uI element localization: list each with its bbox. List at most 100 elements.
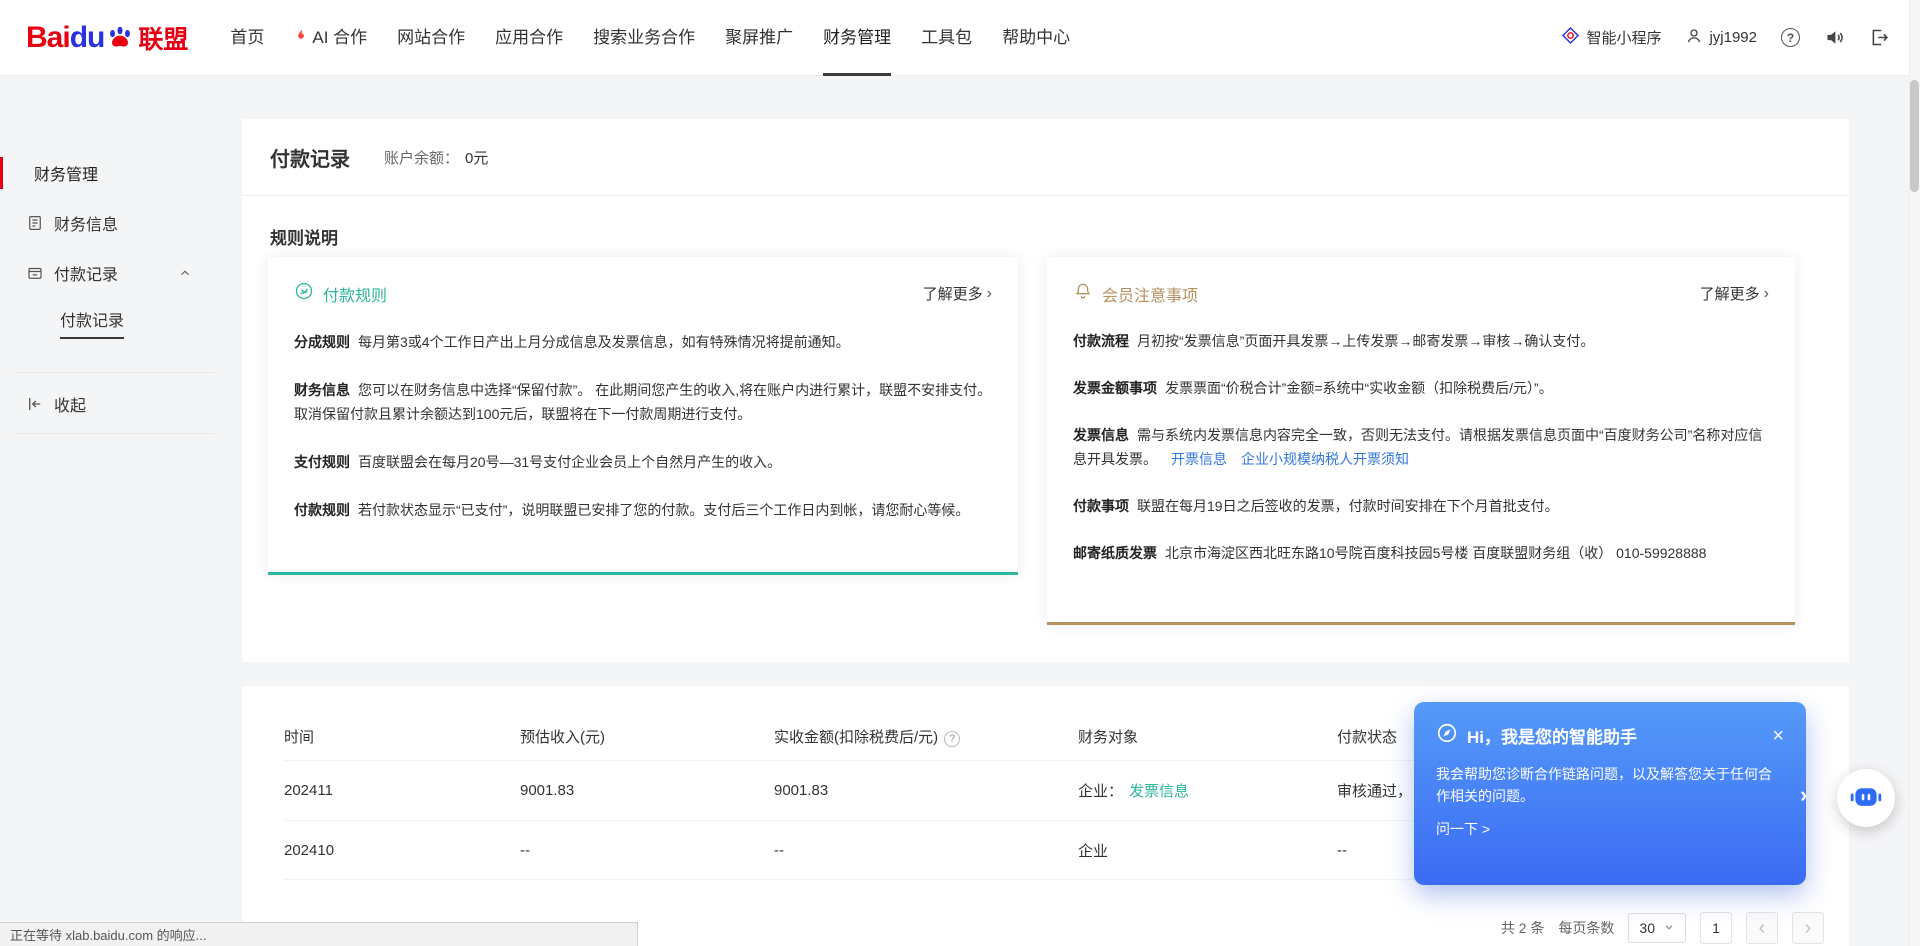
member-notes-header: 会员注意事项 了解更多 › <box>1073 281 1769 306</box>
payment-rules-more-link[interactable]: 了解更多 › <box>923 283 992 304</box>
logo-text-du: du <box>70 21 105 55</box>
assistant-popup: Hi，我是您的智能助手 × 我会帮助您诊断合作链路问题，以及解答您关于任何合作相… <box>1414 702 1806 885</box>
ask-button[interactable]: 问一下 > <box>1436 819 1490 839</box>
sidebar-subitem-payment-records[interactable]: 付款记录 <box>0 298 242 348</box>
baidu-union-logo[interactable]: Baidu 联盟 <box>26 20 188 56</box>
nav-label: 财务管理 <box>823 0 891 76</box>
top-navigation-bar: Baidu 联盟 首页 AI 合作 网站合作 应用合作 搜索业务合作 聚屏推广 … <box>0 0 1920 76</box>
nav-item-website-cooperation[interactable]: 网站合作 <box>397 0 465 76</box>
page-header: 付款记录 账户余额： 0元 <box>242 119 1849 196</box>
nav-label: 首页 <box>230 0 264 76</box>
nav-item-app-cooperation[interactable]: 应用合作 <box>495 0 563 76</box>
small-taxpayer-invoice-link[interactable]: 企业小规模纳税人开票须知 <box>1241 451 1409 467</box>
per-page-label: 每页条数 <box>1558 918 1614 938</box>
sidebar-item-finance-info[interactable]: 财务信息 <box>0 198 242 248</box>
current-page-number[interactable]: 1 <box>1700 912 1732 944</box>
rule-paragraph: 邮寄纸质发票北京市海淀区西北旺东路10号院百度科技园5号楼 百度联盟财务组（收）… <box>1073 541 1769 565</box>
payment-rules-title: 付款规则 <box>323 282 387 306</box>
nav-label: 网站合作 <box>397 0 465 76</box>
sidebar-collapse-button[interactable]: 收起 <box>0 379 242 429</box>
payment-rules-card: 付款规则 了解更多 › 分成规则每月第3或4个工作日产出上月分成信息及发票信息，… <box>268 257 1018 575</box>
cell-estimated: 9001.83 <box>520 782 774 799</box>
per-page-value: 30 <box>1639 920 1655 936</box>
user-account[interactable]: jyj1992 <box>1685 27 1757 49</box>
member-notes-card: 会员注意事项 了解更多 › 付款流程月初按“发票信息”页面开具发票→上传发票→邮… <box>1047 257 1795 625</box>
rule-paragraph: 发票信息需与系统内发票信息内容完全一致，否则无法支付。请根据发票信息页面中“百度… <box>1073 423 1769 471</box>
sidebar-title-finance-management[interactable]: 财务管理 <box>0 148 242 198</box>
member-notes-icon <box>1073 281 1093 306</box>
col-actual-amount: 实收金额(扣除税费后/元)? <box>774 726 1078 747</box>
document-icon <box>26 214 44 232</box>
sidebar: 财务管理 财务信息 付款记录 付款记录 收起 <box>0 76 242 440</box>
payment-rules-header: 付款规则 了解更多 › <box>294 281 992 306</box>
username-label: jyj1992 <box>1709 29 1757 46</box>
more-label: 了解更多 <box>1700 283 1760 304</box>
payment-rules-icon <box>294 281 314 306</box>
rule-paragraph: 财务信息您可以在财务信息中选择“保留付款”。 在此期间您产生的收入,将在账户内进… <box>294 378 992 426</box>
nav-item-finance-management[interactable]: 财务管理 <box>823 0 891 76</box>
assistant-header: Hi，我是您的智能助手 × <box>1436 722 1784 749</box>
cell-time: 202410 <box>284 842 520 859</box>
nav-item-help-center[interactable]: 帮助中心 <box>1002 0 1070 76</box>
sidebar-item-label: 付款记录 <box>54 261 118 285</box>
topnav-right-area: 智能小程序 jyj1992 ? <box>1561 26 1890 49</box>
chevron-up-icon <box>178 266 192 280</box>
invoice-info-table-link[interactable]: 发票信息 <box>1129 783 1189 800</box>
nav-item-screen-promotion[interactable]: 聚屏推广 <box>725 0 793 76</box>
sidebar-title-label: 财务管理 <box>34 161 98 185</box>
logo-text-bai: Bai <box>26 21 70 55</box>
nav-item-ai-cooperation[interactable]: AI 合作 <box>294 0 367 76</box>
sidebar-divider <box>14 433 214 434</box>
per-page-select[interactable]: 30 <box>1628 913 1686 943</box>
help-icon[interactable]: ? <box>1781 28 1800 47</box>
rules-section-title: 规则说明 <box>270 224 1849 249</box>
speaker-icon[interactable] <box>1824 27 1845 48</box>
chevron-down-icon <box>1663 920 1675 936</box>
paw-icon <box>106 24 134 52</box>
cell-time: 202411 <box>284 782 520 799</box>
balance-label: 账户余额： <box>384 147 459 168</box>
main-content-card: 付款记录 账户余额： 0元 规则说明 付款规则 了解更多 › 分成规则每月第3或… <box>242 119 1849 662</box>
logout-icon[interactable] <box>1869 27 1890 48</box>
pagination: 共 2 条 每页条数 30 1 ‹ › <box>1501 912 1824 944</box>
cell-entity: 企业 <box>1078 840 1337 861</box>
miniprogram-icon <box>1561 26 1580 49</box>
assistant-launcher-button[interactable] <box>1837 769 1895 827</box>
cell-estimated: -- <box>520 842 774 859</box>
nav-item-home[interactable]: 首页 <box>230 0 264 76</box>
nav-label: 工具包 <box>921 0 972 76</box>
rule-paragraph: 付款流程月初按“发票信息”页面开具发票→上传发票→邮寄发票→审核→确认支付。 <box>1073 329 1769 353</box>
cell-entity: 企业：发票信息 <box>1078 780 1337 801</box>
member-notes-more-link[interactable]: 了解更多 › <box>1700 283 1769 304</box>
nav-item-toolkit[interactable]: 工具包 <box>921 0 972 76</box>
nav-label: AI 合作 <box>312 0 367 76</box>
smart-miniprogram-link[interactable]: 智能小程序 <box>1561 26 1661 49</box>
nav-item-search-business[interactable]: 搜索业务合作 <box>593 0 695 76</box>
sidebar-subitem-label: 付款记录 <box>60 307 124 339</box>
member-notes-title: 会员注意事项 <box>1102 282 1198 306</box>
prev-page-button[interactable]: ‹ <box>1746 912 1778 944</box>
next-page-button[interactable]: › <box>1792 912 1824 944</box>
invoice-info-link[interactable]: 开票信息 <box>1171 451 1227 467</box>
assistant-message: 我会帮助您诊断合作链路问题，以及解答您关于任何合作相关的问题。 <box>1436 763 1776 807</box>
col-finance-entity: 财务对象 <box>1078 726 1337 747</box>
nav-label: 搜索业务合作 <box>593 0 695 76</box>
close-icon[interactable]: × <box>1772 726 1784 746</box>
robot-icon <box>1849 779 1883 818</box>
chevron-right-icon: › <box>987 285 992 303</box>
flame-icon <box>294 0 308 76</box>
user-icon <box>1685 27 1703 49</box>
nav-label: 帮助中心 <box>1002 0 1070 76</box>
question-icon[interactable]: ? <box>944 731 960 747</box>
expand-chevron-icon[interactable]: › <box>1800 782 1807 808</box>
compass-icon <box>1436 722 1458 749</box>
rule-paragraph: 发票金额事项发票票面“价税合计”金额=系统中“实收金额（扣除税费后/元）”。 <box>1073 376 1769 400</box>
sidebar-collapse-label: 收起 <box>54 392 86 416</box>
logo-text-union: 联盟 <box>138 20 188 56</box>
scrollbar-thumb[interactable] <box>1910 80 1919 192</box>
scrollbar <box>1909 0 1920 946</box>
sidebar-item-payment-records[interactable]: 付款记录 <box>0 248 242 298</box>
sidebar-item-label: 财务信息 <box>54 211 118 235</box>
nav-label: 聚屏推广 <box>725 0 793 76</box>
status-text: 正在等待 xlab.baidu.com 的响应... <box>10 925 207 944</box>
